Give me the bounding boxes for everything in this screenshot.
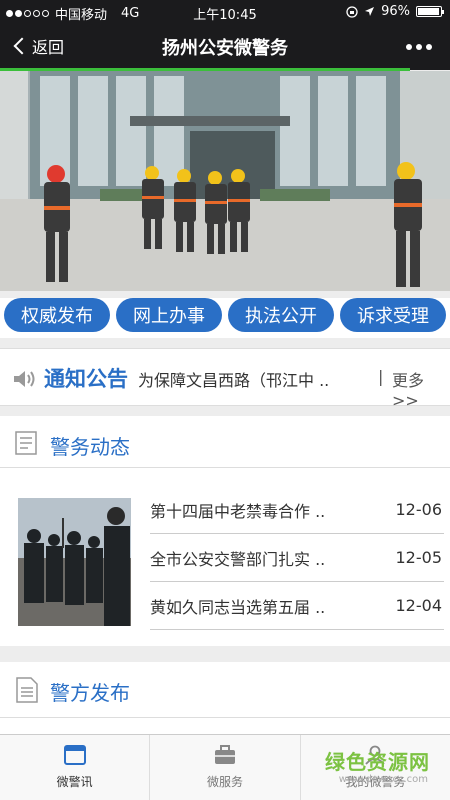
page-title: 扬州公安微警务: [162, 38, 288, 59]
tab-micro-service[interactable]: 微服务: [150, 735, 301, 800]
news-list: 第十四届中老禁毒合作 .. 12-06 全市公安交警部门扎实 .. 12-05 …: [150, 486, 444, 630]
quick-buttons: 权威发布 网上办事 执法公开 诉求受理: [0, 298, 450, 338]
battery-percent: 96%: [381, 4, 410, 19]
police-news-section: 警务动态 第十四届中老禁毒合作 .. 12-06 全市公安交警部门扎实 .. 1…: [0, 416, 450, 646]
watermark-url: www.downcc.com: [338, 774, 428, 785]
tab-label: 微服务: [206, 775, 243, 789]
battery-icon: [416, 6, 444, 17]
news-title: 黄如久同志当选第五届 ..: [150, 597, 326, 617]
browser-icon: [63, 745, 86, 765]
nav-bar: 返回 扬州公安微警务: [0, 22, 450, 70]
more-menu-icon[interactable]: [406, 44, 432, 50]
rotation-lock-icon: [346, 5, 358, 18]
location-icon: [365, 7, 375, 16]
list-item[interactable]: 全市公安交警部门扎实 .. 12-05: [150, 534, 444, 582]
notice-label: 通知公告: [44, 367, 128, 391]
news-date: 12-04: [395, 596, 443, 615]
list-item[interactable]: 黄如久同志当选第五届 .. 12-04: [150, 582, 444, 630]
notice-more-link[interactable]: 更多>>: [392, 367, 450, 410]
news-title: 全市公安交警部门扎实 ..: [150, 549, 326, 569]
section-header: 警务动态: [0, 416, 450, 468]
document-lines-icon: [16, 677, 38, 703]
quick-button-authority-release[interactable]: 权威发布: [4, 298, 110, 332]
news-thumbnail-image[interactable]: [18, 498, 131, 626]
quick-button-online-service[interactable]: 网上办事: [116, 298, 222, 332]
tab-micro-news[interactable]: 微警讯: [0, 735, 151, 800]
speaker-icon: [14, 371, 35, 387]
news-date: 12-05: [395, 548, 443, 567]
briefcase-icon: [214, 745, 235, 764]
tab-label: 微警讯: [56, 775, 93, 789]
watermark-text: 绿色资源网: [325, 750, 430, 774]
section-title: 警务动态: [50, 435, 130, 459]
document-icon: [15, 431, 37, 455]
notice-text[interactable]: 为保障文昌西路（邗江中 ..: [138, 367, 370, 391]
notice-divider: |: [378, 367, 384, 386]
quick-button-law-enforcement[interactable]: 执法公开: [228, 298, 334, 332]
quick-button-appeal[interactable]: 诉求受理: [340, 298, 446, 332]
police-release-section: 警方发布: [0, 662, 450, 734]
top-bar: 中国移动 4G 上午10:45 96% 返回 扬州公安微警务: [0, 0, 450, 71]
section-header: 警方发布: [0, 662, 450, 718]
section-title: 警方发布: [50, 681, 130, 705]
list-item[interactable]: 第十四届中老禁毒合作 .. 12-06: [150, 486, 444, 534]
notice-bar[interactable]: 通知公告 为保障文昌西路（邗江中 .. | 更多>>: [0, 348, 450, 410]
status-bar: 中国移动 4G 上午10:45 96%: [0, 0, 450, 23]
hero-banner-image[interactable]: [0, 71, 450, 291]
news-title: 第十四届中老禁毒合作 ..: [150, 501, 326, 521]
news-date: 12-06: [395, 500, 443, 519]
